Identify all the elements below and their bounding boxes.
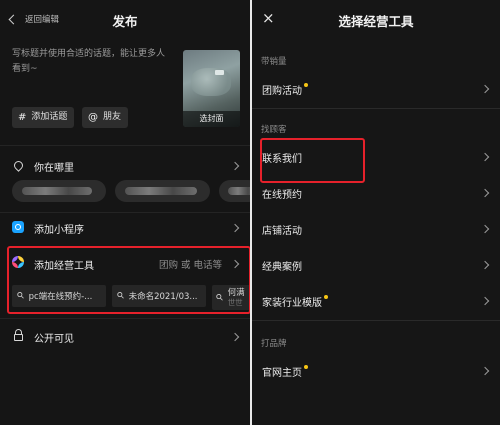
tool-option-label: 家装行业模版 [262, 298, 322, 309]
tool-option-group-buy[interactable]: 团购活动 [252, 78, 500, 100]
cover-image-device [215, 70, 224, 75]
tool-option-classic-cases[interactable]: 经典案例 [252, 254, 500, 276]
chevron-right-icon [230, 161, 240, 171]
chevron-right-icon [480, 188, 490, 198]
tool-option-label: 经典案例 [262, 262, 302, 273]
tool-option-home-template[interactable]: 家装行业模版 [252, 290, 500, 312]
tool-option-label: 在线预约 [262, 190, 302, 201]
tool-option-online-booking[interactable]: 在线预约 [252, 182, 500, 204]
divider [252, 108, 500, 109]
cover-thumbnail[interactable]: 选封面 [183, 50, 240, 127]
location-suggestion[interactable] [12, 180, 106, 202]
visibility-row[interactable]: 公开可见 [0, 326, 250, 348]
divider [252, 320, 500, 321]
location-suggestion[interactable] [115, 180, 210, 202]
new-badge-dot [304, 365, 308, 369]
cover-image-blob [191, 68, 231, 96]
mini-program-row[interactable]: 添加小程序 [0, 217, 250, 239]
highlight-box [7, 246, 250, 314]
tool-option-store-event[interactable]: 店铺活动 [252, 218, 500, 240]
visibility-label: 公开可见 [34, 333, 74, 345]
chevron-right-icon [480, 260, 490, 270]
location-row[interactable]: 你在哪里 [0, 155, 250, 177]
section-header: 打品牌 [261, 339, 287, 349]
tool-option-label: 团购活动 [262, 86, 302, 97]
page-title: 发布 [112, 14, 138, 29]
divider [0, 212, 250, 213]
choose-tools-panel: × 选择经营工具 带销量 团购活动 找顾客 联系我们 在线预约 店铺活动 经典案… [252, 0, 500, 425]
at-icon: @ [88, 112, 98, 123]
new-badge-dot [324, 295, 328, 299]
publish-header: 返回编辑 发布 [0, 0, 250, 42]
highlight-box [260, 138, 365, 183]
tool-option-label: 店铺活动 [262, 226, 302, 237]
caption-input[interactable]: 写标题并使用合适的话题，能让更多人看到~ [12, 47, 172, 77]
chevron-right-icon [480, 366, 490, 376]
mini-program-label: 添加小程序 [34, 224, 84, 236]
divider [0, 145, 250, 146]
lock-icon [11, 329, 25, 344]
tool-option-label: 官网主页 [262, 368, 302, 379]
select-cover-button[interactable]: 选封面 [183, 111, 240, 127]
chevron-right-icon [230, 223, 240, 233]
chevron-right-icon [480, 224, 490, 234]
add-topic-button[interactable]: # 添加话题 [12, 107, 75, 128]
tool-option-official-site[interactable]: 官网主页 [252, 360, 500, 382]
section-header: 带销量 [261, 57, 287, 67]
chevron-right-icon [480, 84, 490, 94]
mini-program-icon [11, 220, 25, 236]
divider [0, 318, 250, 319]
panel-title: 选择经营工具 [338, 14, 414, 29]
chevron-right-icon [480, 152, 490, 162]
location-pin-icon [11, 158, 25, 173]
publish-panel: 返回编辑 发布 写标题并使用合适的话题，能让更多人看到~ 选封面 # 添加话题 … [0, 0, 250, 425]
section-header: 找顾客 [261, 125, 287, 135]
mention-friend-button[interactable]: @ 朋友 [82, 107, 129, 128]
hashtag-icon: # [18, 112, 27, 123]
location-label: 你在哪里 [34, 162, 74, 174]
chevron-right-icon [230, 332, 240, 342]
chevron-right-icon [480, 296, 490, 306]
location-suggestion[interactable] [219, 180, 250, 202]
add-topic-label: 添加话题 [31, 112, 68, 122]
new-badge-dot [304, 83, 308, 87]
mention-friend-label: 朋友 [103, 112, 122, 122]
